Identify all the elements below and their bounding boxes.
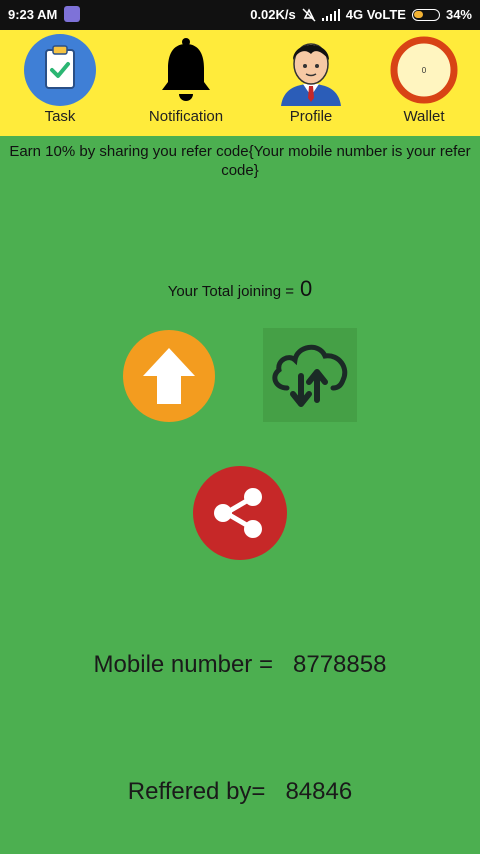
network-type: 4G VoLTE xyxy=(345,7,406,22)
share-icon xyxy=(214,488,262,538)
status-bar: 9:23 AM 0.02K/s 4G VoLTE 34% xyxy=(0,0,480,30)
wallet-value: 0 xyxy=(422,66,427,75)
profile-avatar-icon xyxy=(281,43,341,106)
status-time: 9:23 AM xyxy=(8,7,58,22)
bell-icon xyxy=(162,38,210,101)
total-joining: Your Total joining = 0 xyxy=(0,276,480,302)
battery-percent: 34% xyxy=(445,7,472,22)
mute-icon xyxy=(302,7,316,22)
nav-notification[interactable]: Notification xyxy=(126,30,246,136)
total-joining-value: 0 xyxy=(300,276,313,301)
nav-task[interactable]: Task xyxy=(0,30,120,136)
nav-profile[interactable]: Profile xyxy=(251,30,371,136)
signal-icon xyxy=(321,8,340,21)
top-nav: Task Notification Profile 0 Wallet xyxy=(0,30,480,136)
app-notification-icon xyxy=(64,6,80,22)
total-joining-label: Your Total joining = xyxy=(167,283,295,300)
referred-by: Reffered by= 84846 xyxy=(0,778,480,806)
referred-by-label: Reffered by= xyxy=(127,778,266,805)
refer-note: Earn 10% by sharing you refer code{Your … xyxy=(9,143,471,179)
nav-notification-label: Notification xyxy=(148,108,224,125)
wallet-ring-icon: 0 xyxy=(390,36,458,104)
clipboard-check-icon xyxy=(24,34,96,106)
nav-profile-label: Profile xyxy=(289,108,333,125)
referred-by-value: 84846 xyxy=(285,778,353,805)
net-speed: 0.02K/s xyxy=(250,7,296,22)
nav-wallet-label: Wallet xyxy=(403,108,445,125)
upload-button[interactable] xyxy=(123,330,215,422)
upload-arrow-icon xyxy=(143,348,195,404)
cloud-sync-icon xyxy=(272,344,348,407)
mobile-number-value: 8778858 xyxy=(293,651,387,678)
cloud-sync-button[interactable] xyxy=(263,328,357,422)
mobile-number: Mobile number = 8778858 xyxy=(0,651,480,679)
mobile-number-label: Mobile number = xyxy=(93,651,273,678)
share-button[interactable] xyxy=(193,466,287,560)
nav-wallet[interactable]: 0 Wallet xyxy=(364,30,480,136)
status-right: 0.02K/s 4G VoLTE 34% xyxy=(250,7,472,22)
nav-task-label: Task xyxy=(44,108,76,125)
battery-icon xyxy=(411,8,440,21)
